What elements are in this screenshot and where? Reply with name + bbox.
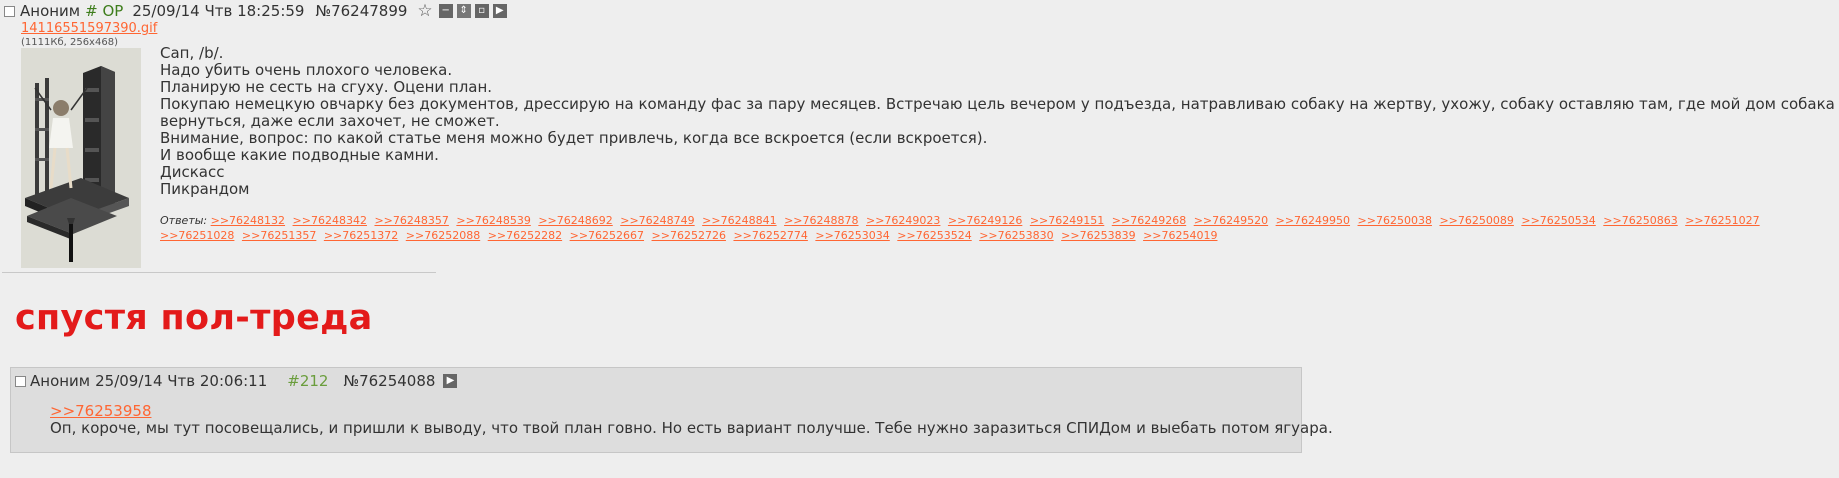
reply-link[interactable]: >>76250089 (1439, 214, 1513, 227)
post-divider (2, 272, 436, 273)
select-post-checkbox[interactable] (4, 5, 15, 17)
op-post-header: Аноним # OP 25/09/14 Чтв 18:25:59 №76247… (4, 1, 511, 21)
reply-link[interactable]: >>76250038 (1358, 214, 1432, 227)
reply-link[interactable]: >>76251357 (242, 229, 316, 242)
post-number[interactable]: №76247899 (315, 2, 407, 20)
message-line: Сап, /b/. (160, 44, 224, 62)
reply-link[interactable]: >>76248878 (784, 214, 858, 227)
post-date: 25/09/14 Чтв 20:06:11 (95, 372, 268, 390)
reply-post-header: Аноним 25/09/14 Чтв 20:06:11 #212 №76254… (15, 370, 461, 392)
post-count: #212 (287, 372, 329, 390)
reply-link[interactable]: >>76253034 (815, 229, 889, 242)
message-line: И вообще какие подводные камни. (160, 146, 439, 164)
reply-link[interactable]: >>76248692 (538, 214, 612, 227)
reply-link[interactable]: >>76249950 (1276, 214, 1350, 227)
select-post-checkbox[interactable] (15, 375, 26, 387)
post-actions: ☆ − ⇕ ▫ ▶ (417, 2, 510, 20)
poster-tripcode: # OP (85, 2, 124, 20)
message-line: Покупаю немецкую овчарку без документов,… (160, 95, 1839, 113)
reply-link[interactable]: >>76249023 (866, 214, 940, 227)
reply-link[interactable]: >>76250534 (1521, 214, 1595, 227)
message-line: вернуться, даже если захочет, не сможет. (160, 112, 500, 130)
replies-list: Ответы: >>76248132 >>76248342 >>76248357… (160, 213, 1820, 243)
reply-link[interactable]: >>76253524 (897, 229, 971, 242)
reply-link[interactable]: >>76248749 (620, 214, 694, 227)
reply-link[interactable]: >>76248841 (702, 214, 776, 227)
poster-name: Аноним (30, 372, 91, 390)
reply-link[interactable]: >>76252667 (570, 229, 644, 242)
message-line: Внимание, вопрос: по какой статье меня м… (160, 129, 988, 147)
post-number[interactable]: №76254088 (343, 372, 435, 390)
reply-link[interactable]: >>76249126 (948, 214, 1022, 227)
reply-link[interactable]: >>76252088 (406, 229, 480, 242)
quote-reference-link[interactable]: >>76253958 (50, 402, 151, 420)
reply-link[interactable]: >>76248342 (293, 214, 367, 227)
reply-link[interactable]: >>76249520 (1194, 214, 1268, 227)
file-name-link[interactable]: 14116551597390.gif (21, 21, 157, 36)
message-line: Планирую не сесть на сгуху. Оцени план. (160, 78, 493, 96)
reply-link[interactable]: >>76253839 (1061, 229, 1135, 242)
reply-link[interactable]: >>76251028 (160, 229, 234, 242)
reply-link[interactable]: >>76248132 (211, 214, 285, 227)
post-message: Сап, /b/. Надо убить очень плохого челов… (160, 45, 1839, 198)
caption-overlay: спустя пол-треда (15, 298, 373, 338)
post-date: 25/09/14 Чтв 18:25:59 (132, 2, 305, 20)
message-line: Пикрандом (160, 180, 250, 198)
reply-link[interactable]: >>76253830 (979, 229, 1053, 242)
poster-name: Аноним (20, 2, 81, 20)
reply-link[interactable]: >>76252282 (488, 229, 562, 242)
reply-message: Оп, короче, мы тут посовещались, и пришл… (50, 419, 1333, 437)
reply-link[interactable]: >>76251027 (1685, 214, 1759, 227)
replies-label: Ответы: (160, 214, 208, 227)
reply-post: Аноним 25/09/14 Чтв 20:06:11 #212 №76254… (10, 367, 1333, 453)
reply-link[interactable]: >>76251372 (324, 229, 398, 242)
thumbnail-picture (21, 48, 141, 268)
reply-link[interactable]: >>76250863 (1603, 214, 1677, 227)
reply-link[interactable]: >>76248539 (456, 214, 530, 227)
play-icon[interactable]: ▶ (492, 4, 507, 18)
report-icon[interactable]: ▫ (474, 4, 489, 18)
message-line: Надо убить очень плохого человека. (160, 61, 453, 79)
expand-icon[interactable]: ⇕ (456, 4, 471, 18)
post-thumbnail-image[interactable] (21, 48, 141, 268)
reply-link[interactable]: >>76249151 (1030, 214, 1104, 227)
reply-link[interactable]: >>76248357 (374, 214, 448, 227)
reply-link[interactable]: >>76252774 (733, 229, 807, 242)
hide-icon[interactable]: − (438, 4, 453, 18)
reply-link[interactable]: >>76252726 (652, 229, 726, 242)
message-line: Дискасс (160, 163, 225, 181)
reply-link[interactable]: >>76249268 (1112, 214, 1186, 227)
reply-link[interactable]: >>76254019 (1143, 229, 1217, 242)
file-meta: (1111Кб, 256x468) (21, 37, 118, 48)
star-icon[interactable]: ☆ (417, 2, 432, 20)
play-icon[interactable]: ▶ (443, 374, 458, 388)
